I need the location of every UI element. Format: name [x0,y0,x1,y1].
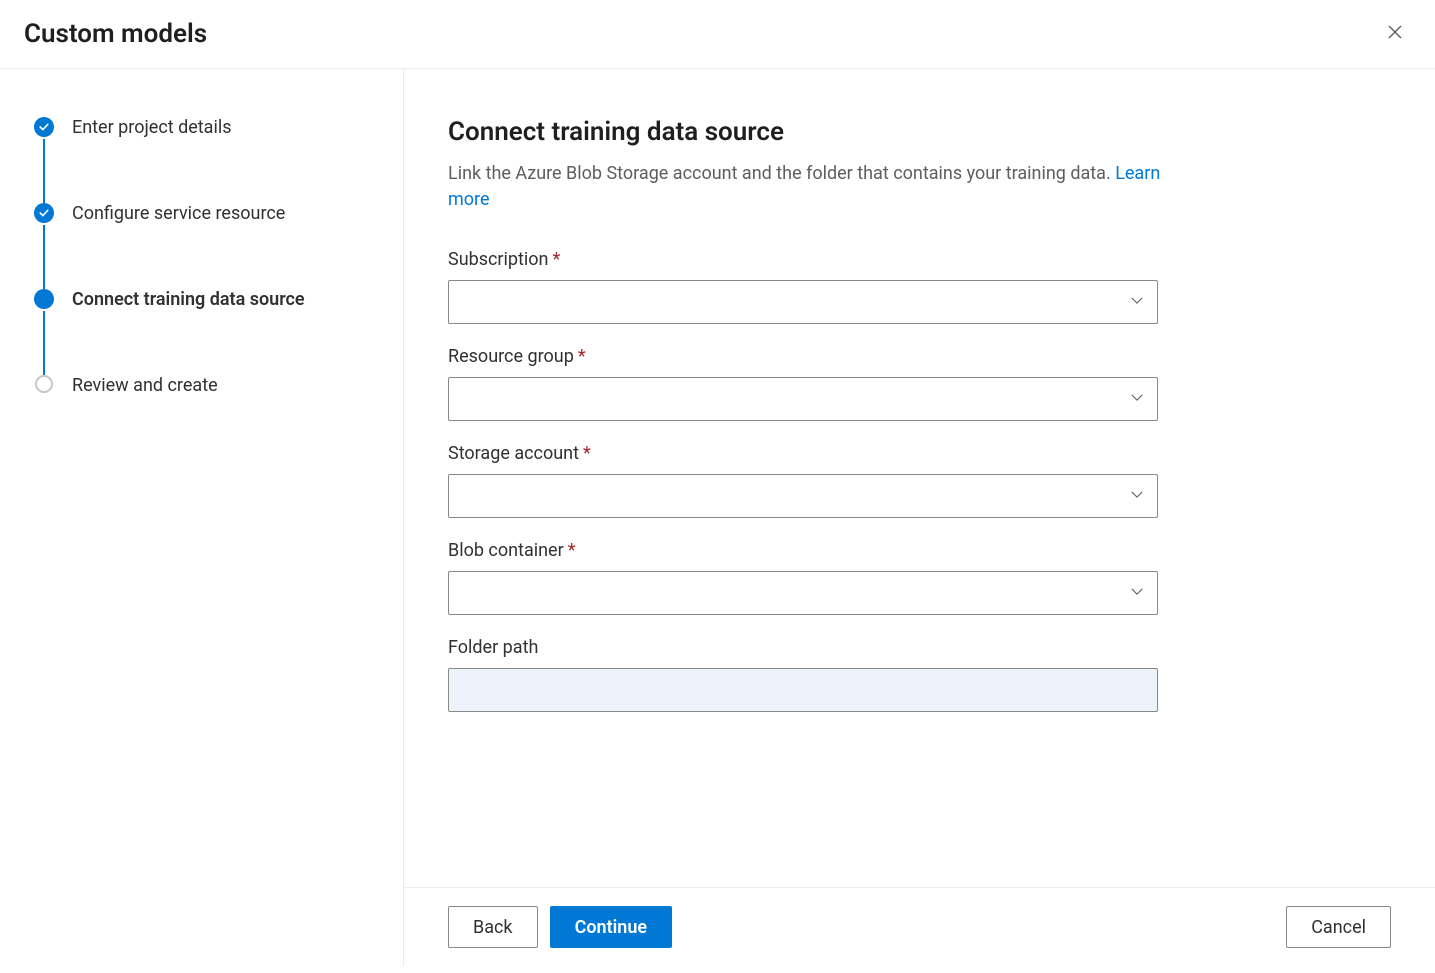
step-label: Review and create [72,375,218,397]
upcoming-step-icon [35,375,53,393]
close-icon [1387,24,1403,44]
dialog-title: Custom models [24,19,207,49]
folder-path-field: Folder path [448,637,1158,712]
cancel-button[interactable]: Cancel [1286,906,1391,948]
page-description: Link the Azure Blob Storage account and … [448,161,1168,213]
blob-container-select[interactable] [448,571,1158,615]
subscription-select[interactable] [448,280,1158,324]
page-description-text: Link the Azure Blob Storage account and … [448,163,1115,184]
wizard-step-configure-service-resource[interactable]: Configure service resource [32,203,379,289]
required-marker: * [553,249,561,270]
storage-account-select[interactable] [448,474,1158,518]
wizard-step-connect-training-data-source[interactable]: Connect training data source [32,289,379,375]
blob-container-field: Blob container* [448,540,1158,615]
checkmark-icon [34,203,54,223]
dialog-header: Custom models [0,0,1435,69]
step-label: Configure service resource [72,203,285,225]
label-text: Subscription [448,249,549,270]
wizard-steps-sidebar: Enter project details Configure service … [0,69,404,966]
step-label: Enter project details [72,117,232,139]
required-marker: * [568,540,576,561]
folder-path-label: Folder path [448,637,1158,658]
page-title: Connect training data source [448,117,1391,147]
wizard-step-enter-project-details[interactable]: Enter project details [32,117,379,203]
label-text: Blob container [448,540,564,561]
folder-path-input[interactable] [448,668,1158,712]
continue-button[interactable]: Continue [550,906,673,948]
wizard-footer: Back Continue Cancel [404,887,1435,966]
main-panel: Connect training data source Link the Az… [404,69,1435,966]
subscription-label: Subscription* [448,249,1158,270]
step-label: Connect training data source [72,289,305,311]
storage-account-label: Storage account* [448,443,1158,464]
storage-account-field: Storage account* [448,443,1158,518]
required-marker: * [578,346,586,367]
label-text: Storage account [448,443,579,464]
resource-group-field: Resource group* [448,346,1158,421]
close-button[interactable] [1379,18,1411,50]
resource-group-select[interactable] [448,377,1158,421]
checkmark-icon [34,117,54,137]
blob-container-label: Blob container* [448,540,1158,561]
resource-group-label: Resource group* [448,346,1158,367]
current-step-icon [34,289,54,309]
step-connector [43,225,45,289]
step-connector [43,311,45,375]
subscription-field: Subscription* [448,249,1158,324]
label-text: Resource group [448,346,574,367]
label-text: Folder path [448,637,538,658]
wizard-step-review-and-create[interactable]: Review and create [32,375,379,397]
back-button[interactable]: Back [448,906,538,948]
required-marker: * [583,443,591,464]
step-connector [43,139,45,203]
